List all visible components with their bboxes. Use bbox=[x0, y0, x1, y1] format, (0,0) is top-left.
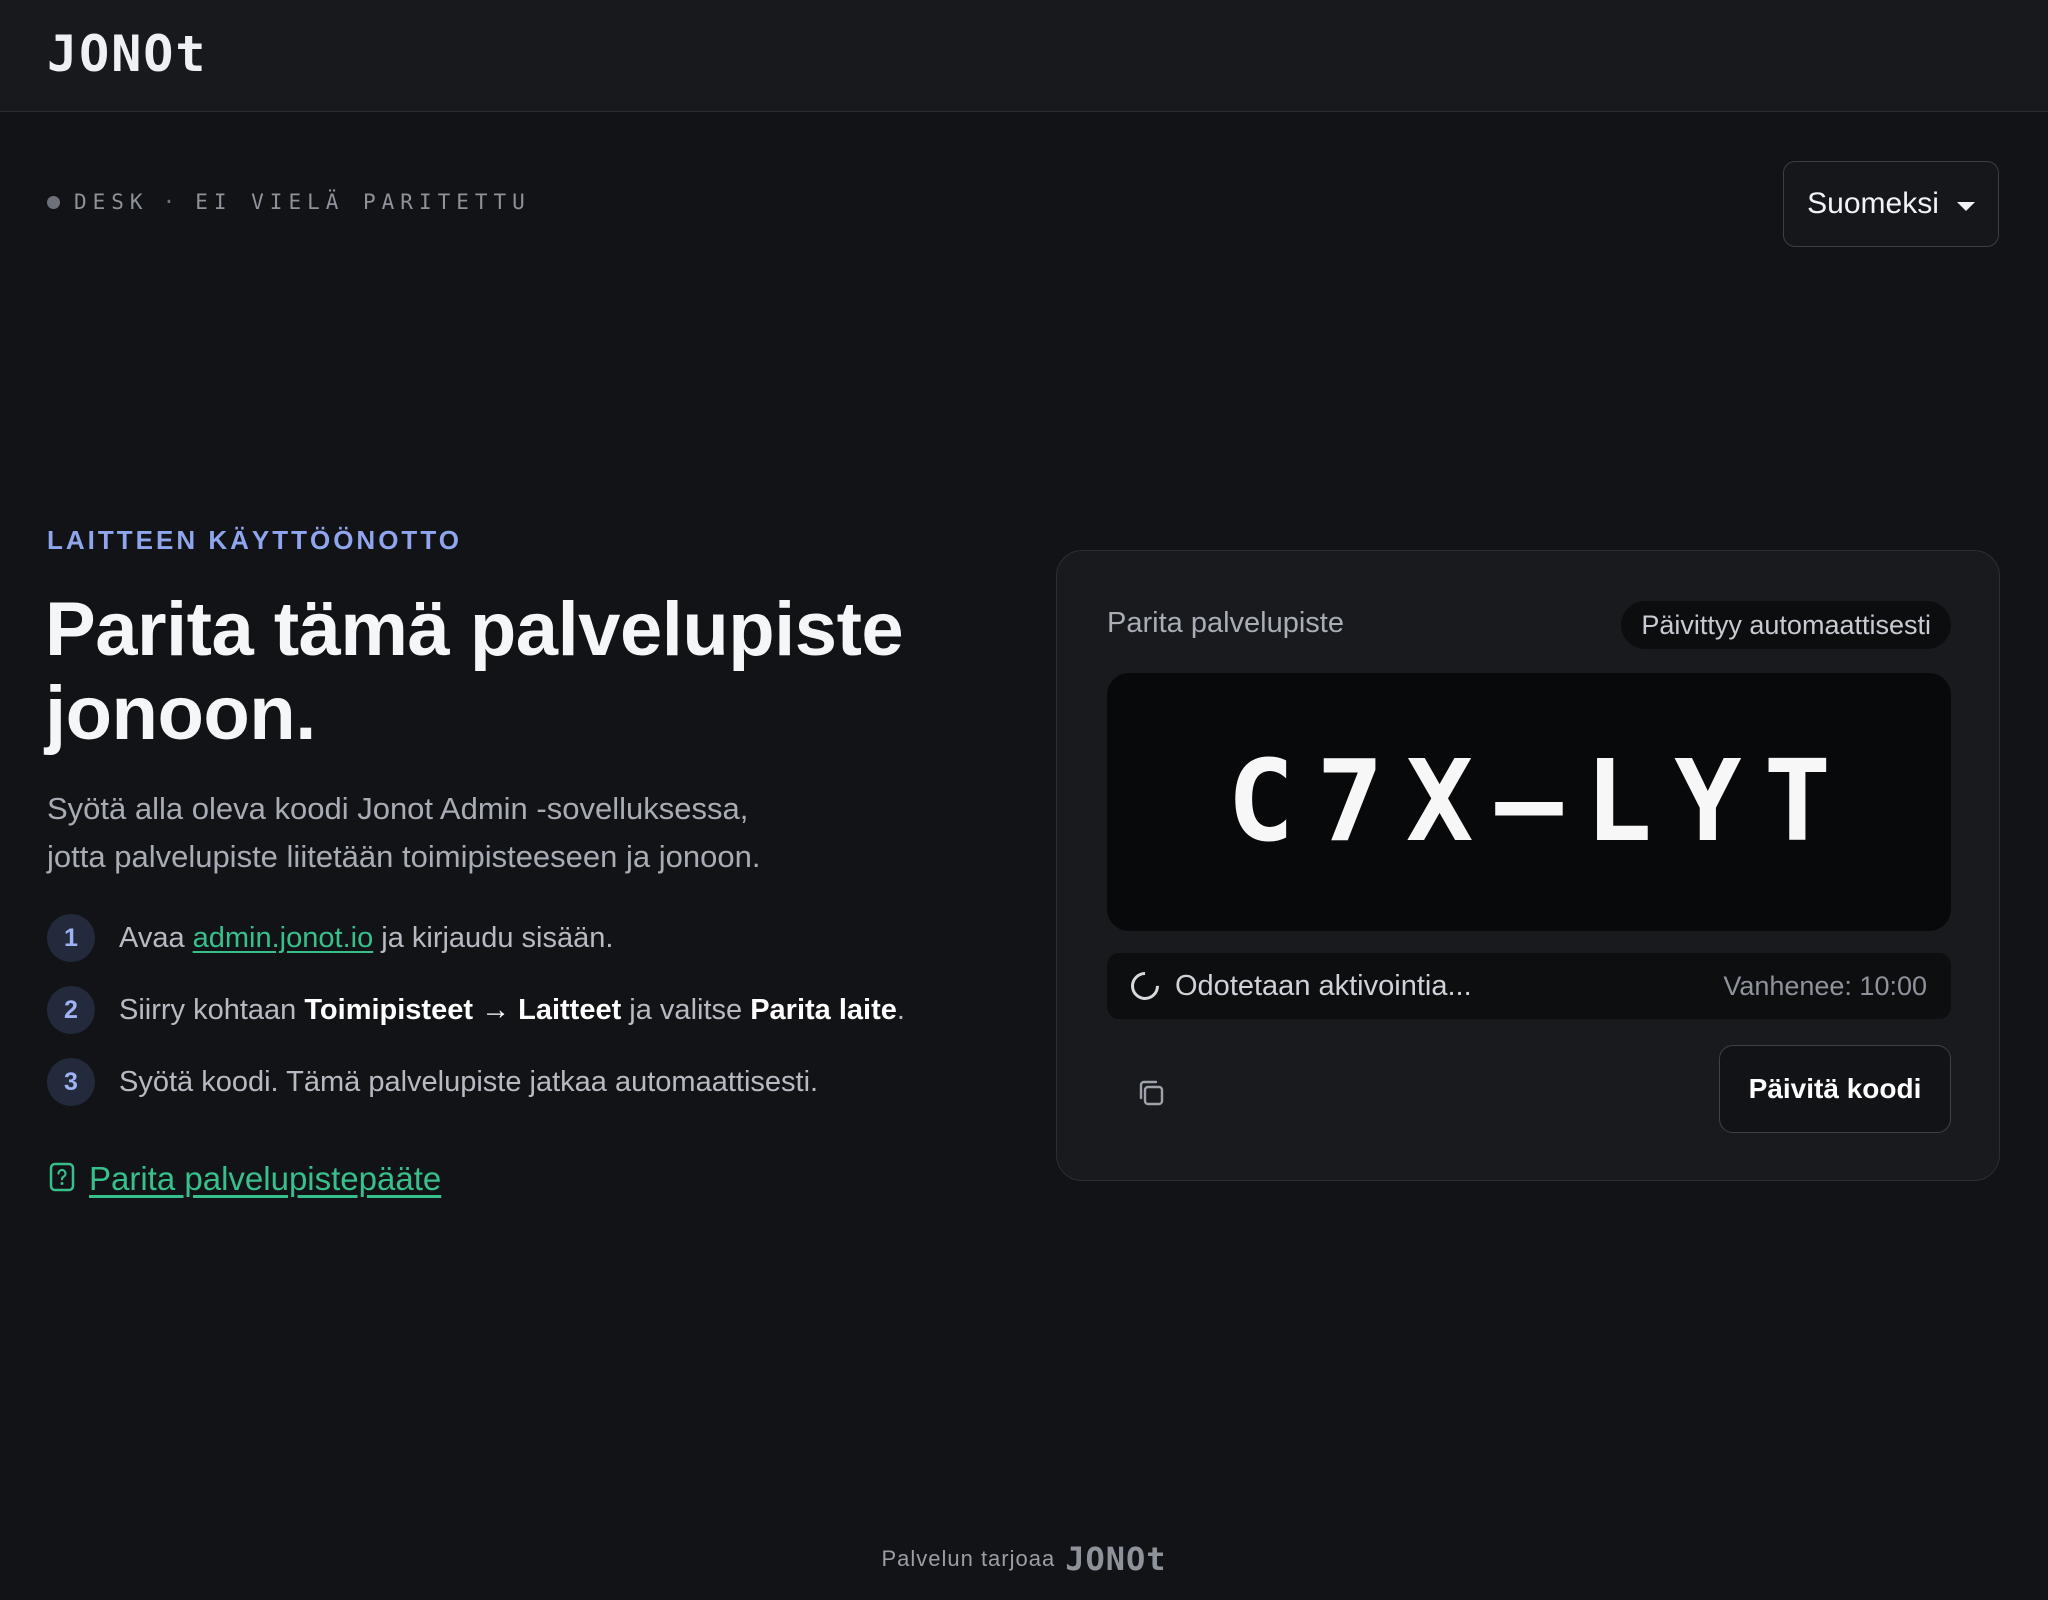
step-text: Avaa admin.jonot.io ja kirjaudu sisään. bbox=[119, 921, 614, 954]
activation-status-text: Odotetaan aktivointia... bbox=[1175, 969, 1472, 1002]
intro-description: Syötä alla oleva koodi Jonot Admin -sove… bbox=[47, 785, 947, 881]
footer-text: Palvelun tarjoaa bbox=[881, 1546, 1056, 1571]
language-select[interactable]: Suomeksi bbox=[1783, 161, 1999, 247]
top-bar: JONOt bbox=[0, 0, 2048, 112]
card-title: Parita palvelupiste bbox=[1107, 607, 1344, 639]
pairing-code-box: C7X–LYT bbox=[1107, 673, 1951, 931]
copy-code-button[interactable] bbox=[1127, 1071, 1175, 1119]
pairing-state: EI VIELÄ PARITETTU bbox=[195, 190, 531, 214]
step-number: 2 bbox=[47, 986, 95, 1034]
copy-icon bbox=[1135, 1077, 1167, 1114]
intro-description-line: Syötä alla oleva koodi Jonot Admin -sove… bbox=[47, 791, 749, 826]
pairing-card: Parita palvelupiste Päivittyy automaatti… bbox=[1056, 550, 2000, 1181]
footer-jonot-logo[interactable]: JONOt bbox=[1065, 1540, 1166, 1578]
page-title: Parita tämä palvelupiste jonoon. bbox=[45, 587, 904, 756]
activation-status: Odotetaan aktivointia... Vanhenee: 10:00 bbox=[1107, 953, 1951, 1019]
status-separator: · bbox=[162, 190, 182, 214]
step-text: Syötä koodi. Tämä palvelupiste jatkaa au… bbox=[119, 1065, 819, 1098]
jonot-logo[interactable]: JONOt bbox=[47, 24, 208, 84]
admin-link[interactable]: admin.jonot.io bbox=[193, 922, 374, 954]
pair-terminal-link[interactable]: Parita palvelupistepääte bbox=[49, 1160, 441, 1198]
footer: Palvelun tarjoaa JONOt bbox=[0, 1540, 2048, 1578]
pair-terminal-link-label: Parita palvelupistepääte bbox=[89, 1160, 442, 1197]
language-selected: Suomeksi bbox=[1807, 187, 1939, 220]
help-icon bbox=[49, 1162, 75, 1197]
loading-spinner-icon bbox=[1125, 966, 1165, 1006]
refresh-code-button[interactable]: Päivitä koodi bbox=[1719, 1045, 1951, 1133]
step-item: 1 Avaa admin.jonot.io ja kirjaudu sisään… bbox=[47, 913, 1027, 963]
step-item: 2 Siirry kohtaan Toimipisteet → Laitteet… bbox=[47, 985, 1027, 1035]
step-text: Siirry kohtaan Toimipisteet → Laitteet j… bbox=[119, 993, 905, 1026]
intro-description-line: jotta palvelupiste liitetään toimipistee… bbox=[47, 839, 761, 874]
device-role: DESK bbox=[74, 190, 149, 214]
device-status: DESK · EI VIELÄ PARITETTU bbox=[47, 190, 531, 214]
step-number: 1 bbox=[47, 914, 95, 962]
pairing-code: C7X–LYT bbox=[1226, 737, 1853, 867]
chevron-down-icon bbox=[1956, 201, 1975, 211]
step-item: 3 Syötä koodi. Tämä palvelupiste jatkaa … bbox=[47, 1057, 1027, 1107]
step-number: 3 bbox=[47, 1058, 95, 1106]
auto-refresh-badge: Päivittyy automaattisesti bbox=[1621, 601, 1951, 649]
status-dot-icon bbox=[47, 195, 60, 209]
expiry-timer: Vanhenee: 10:00 bbox=[1723, 970, 1927, 1001]
section-eyebrow: LAITTEEN KÄYTTÖÖNOTTO bbox=[47, 525, 462, 555]
pairing-steps: 1 Avaa admin.jonot.io ja kirjaudu sisään… bbox=[47, 913, 1027, 1129]
